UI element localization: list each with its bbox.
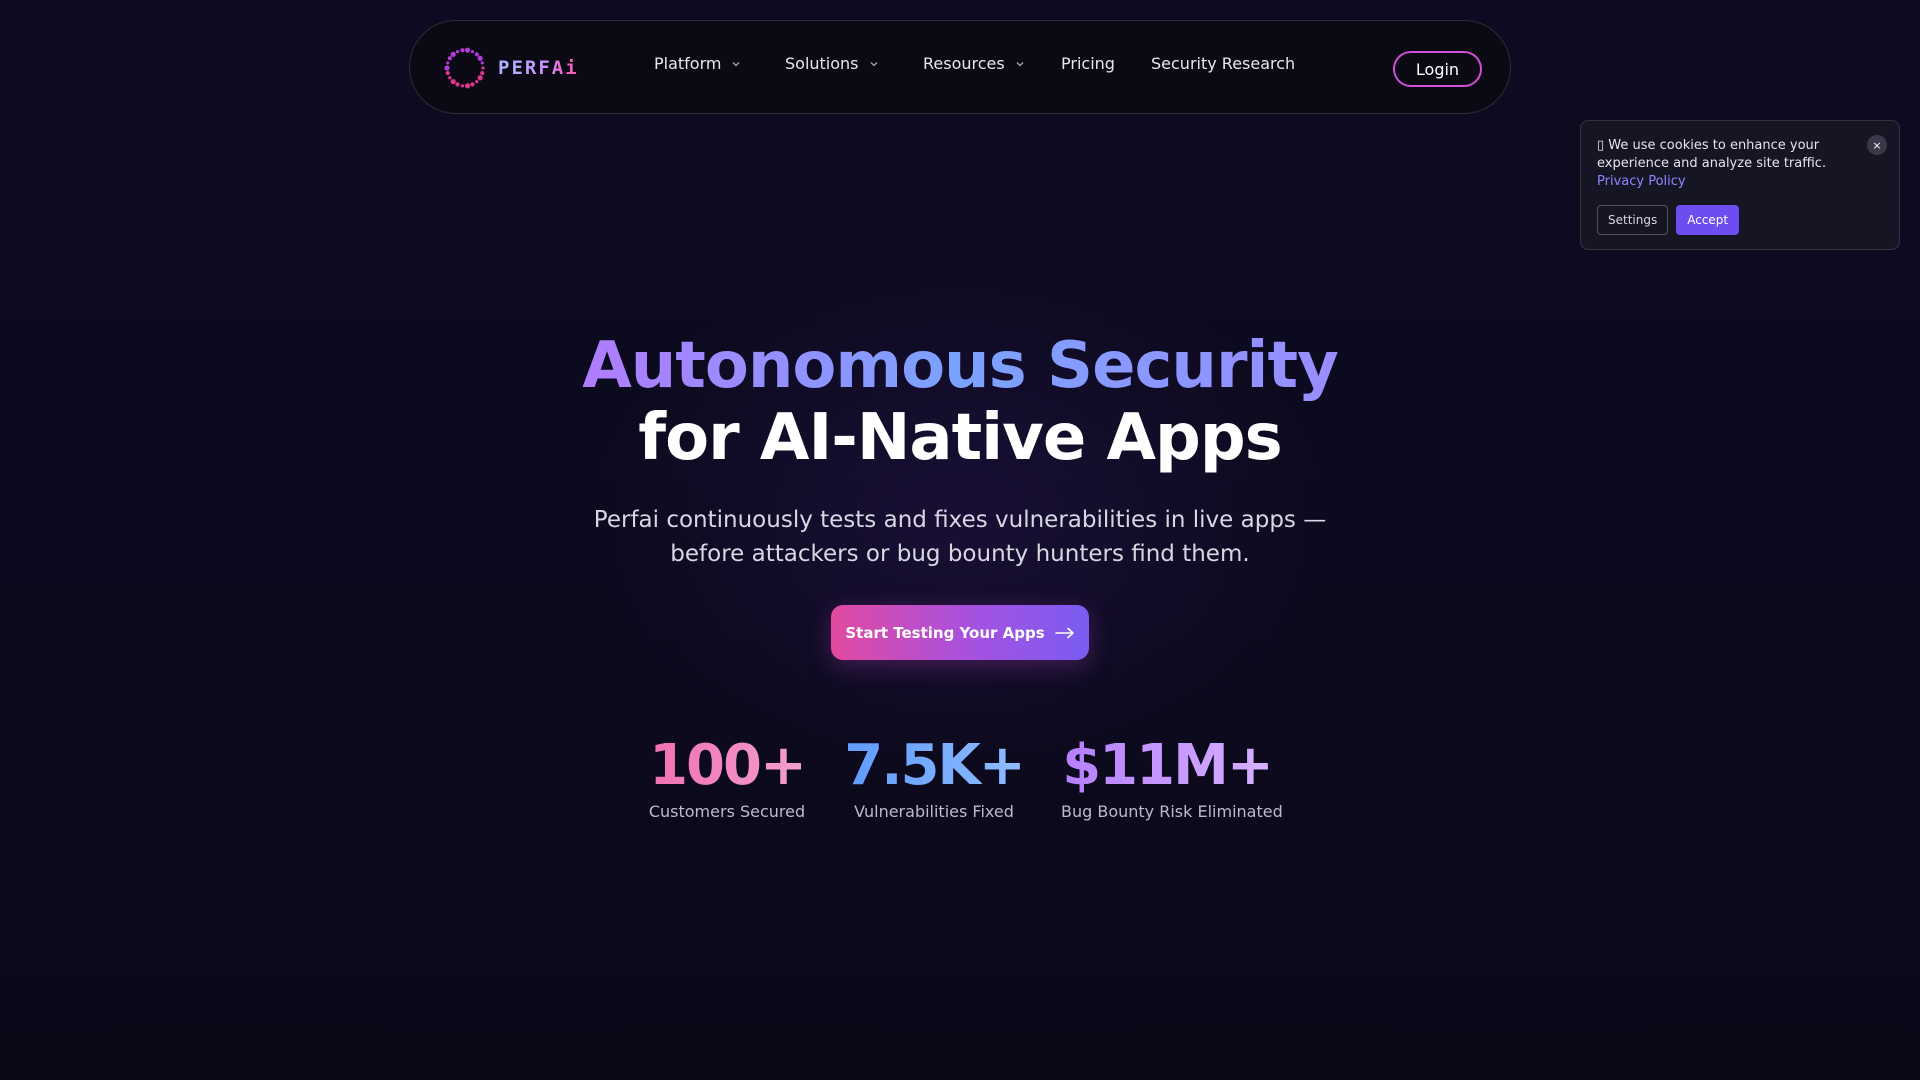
chevron-down-icon bbox=[870, 61, 877, 66]
cookie-accept-button[interactable]: Accept bbox=[1676, 205, 1740, 235]
chevron-down-icon bbox=[733, 61, 740, 66]
stat-value: 7.5K+ bbox=[844, 730, 1026, 802]
nav-item-label: Pricing bbox=[1061, 54, 1115, 73]
login-button[interactable]: Login bbox=[1393, 51, 1482, 87]
cta-label: Start Testing Your Apps bbox=[845, 623, 1045, 642]
logo-dot bbox=[455, 82, 460, 87]
arrow-right-icon bbox=[1054, 627, 1074, 638]
cookie-actions: Settings Accept bbox=[1597, 205, 1740, 235]
logo-dot bbox=[477, 55, 483, 61]
cookie-banner: ▯ We use cookies to enhance your experie… bbox=[1580, 120, 1900, 250]
logo-dot bbox=[470, 82, 475, 87]
landing-page: PERFAi Platform Solutions Resources Pric… bbox=[0, 0, 1920, 1080]
top-navbar: PERFAi Platform Solutions Resources Pric… bbox=[409, 20, 1511, 114]
logo-dot bbox=[448, 76, 452, 80]
cookie-icon: ▯ bbox=[1597, 138, 1605, 153]
logo-dot bbox=[444, 65, 450, 71]
logo-dot bbox=[480, 61, 484, 65]
logo-dot bbox=[447, 56, 452, 61]
logo-dot bbox=[481, 66, 485, 70]
logo-dot bbox=[470, 50, 475, 54]
privacy-policy-link[interactable]: Privacy Policy bbox=[1597, 174, 1686, 189]
chevron-down-icon bbox=[1016, 61, 1024, 66]
stat-customers: 100+ Customers Secured bbox=[647, 730, 807, 821]
logo-dot bbox=[450, 51, 456, 57]
logo-dot bbox=[475, 80, 479, 84]
nav-item-platform[interactable]: Platform bbox=[654, 54, 741, 73]
nav-item-resources[interactable]: Resources bbox=[923, 54, 1025, 73]
logo-mark-icon bbox=[444, 47, 485, 89]
stat-vulnerabilities: 7.5K+ Vulnerabilities Fixed bbox=[844, 730, 1026, 821]
logo-dot bbox=[464, 47, 471, 53]
nav-item-label: Platform bbox=[654, 54, 722, 73]
stat-label: Vulnerabilities Fixed bbox=[854, 802, 1014, 821]
stat-value: $11M+ bbox=[1061, 730, 1274, 802]
logo-dot bbox=[460, 48, 465, 53]
stat-label: Customers Secured bbox=[648, 802, 806, 821]
logo-dot bbox=[464, 83, 471, 89]
cookie-settings-button[interactable]: Settings bbox=[1597, 205, 1669, 235]
hero-title-line1: Autonomous Security bbox=[582, 329, 1339, 403]
cookie-text: We use cookies to enhance your experienc… bbox=[1597, 138, 1827, 171]
stat-value: 100+ bbox=[647, 730, 807, 802]
logo-dot bbox=[477, 75, 483, 81]
start-testing-button[interactable]: Start Testing Your Apps bbox=[831, 605, 1089, 660]
logo-dot bbox=[480, 70, 485, 76]
logo-dot bbox=[445, 70, 450, 76]
nav-item-label: Solutions bbox=[785, 54, 859, 73]
nav-item-label: Resources bbox=[923, 54, 1005, 73]
logo-text: PERFAi bbox=[498, 57, 579, 79]
logo[interactable]: PERFAi bbox=[442, 45, 579, 91]
logo-dot bbox=[474, 52, 479, 57]
hero-title-line2: for AI-Native Apps bbox=[638, 401, 1282, 475]
logo-dot bbox=[446, 61, 450, 65]
hero-subtitle: Perfai continuously tests and fixes vuln… bbox=[593, 507, 1327, 567]
close-icon[interactable]: × bbox=[1867, 135, 1887, 155]
stat-label: Bug Bounty Risk Eliminated bbox=[1061, 802, 1283, 821]
nav-item-security-research[interactable]: Security Research bbox=[1151, 54, 1295, 73]
cookie-message: ▯ We use cookies to enhance your experie… bbox=[1597, 137, 1865, 191]
logo-dot bbox=[460, 84, 465, 88]
hero-title: Autonomous Security for AI-Native Apps bbox=[0, 330, 1920, 474]
stat-bug-bounty: $11M+ Bug Bounty Risk Eliminated bbox=[1061, 730, 1283, 821]
logo-dot bbox=[455, 50, 460, 54]
nav-item-label: Security Research bbox=[1151, 54, 1296, 73]
nav-item-pricing[interactable]: Pricing bbox=[1061, 54, 1115, 73]
logo-dot bbox=[450, 79, 456, 85]
nav-item-solutions[interactable]: Solutions bbox=[785, 54, 879, 73]
